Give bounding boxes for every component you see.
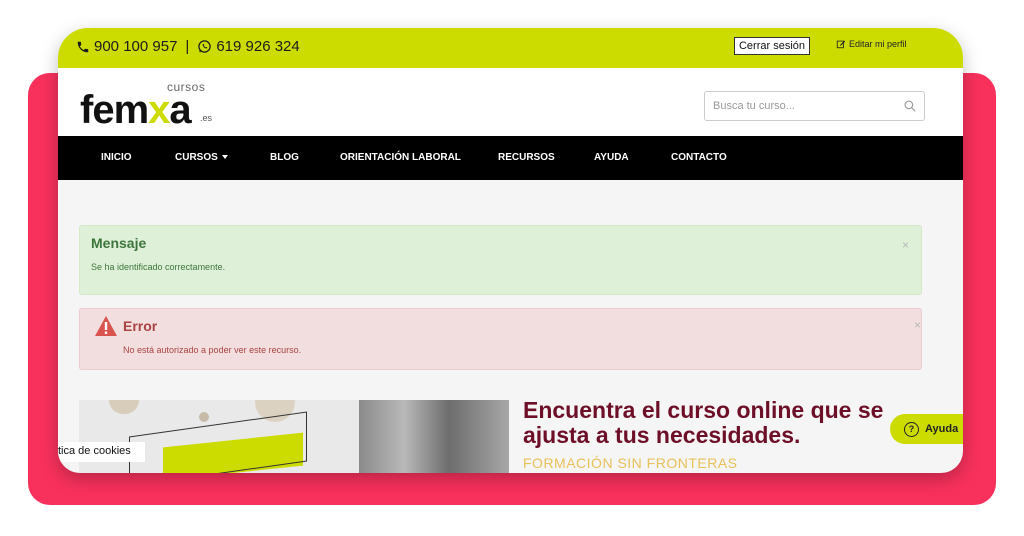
success-alert-text: Se ha identificado correctamente. bbox=[91, 262, 226, 272]
hero-title: Encuentra el curso online que se ajusta … bbox=[523, 397, 884, 448]
warning-icon bbox=[95, 316, 117, 336]
nav-item-inicio[interactable]: INICIO bbox=[101, 152, 132, 163]
nav-item-cursos-label: CURSOS bbox=[175, 152, 218, 163]
decor-shape bbox=[129, 411, 307, 473]
site-header: cursos femxa .es bbox=[58, 68, 963, 136]
hero-subtitle: FORMACIÓN SIN FRONTERAS bbox=[523, 455, 738, 471]
phone-number[interactable]: 900 100 957 bbox=[94, 38, 177, 55]
help-button[interactable]: ? Ayuda bbox=[890, 414, 963, 444]
nav-item-ayuda[interactable]: AYUDA bbox=[594, 152, 629, 163]
site-logo[interactable]: cursos femxa .es bbox=[80, 78, 220, 132]
phone-icon bbox=[77, 41, 89, 52]
success-alert: Mensaje Se ha identificado correctamente… bbox=[79, 225, 922, 295]
cookie-policy-tab[interactable]: tica de cookies bbox=[58, 442, 145, 462]
nav-item-blog[interactable]: BLOG bbox=[270, 152, 299, 163]
nav-item-contacto[interactable]: CONTACTO bbox=[671, 152, 727, 163]
hero-image bbox=[79, 400, 509, 473]
help-button-label: Ayuda bbox=[925, 423, 959, 435]
whatsapp-icon bbox=[198, 40, 212, 53]
contact-phones: 900 100 957 | 619 926 324 bbox=[76, 38, 300, 55]
error-alert-title: Error bbox=[123, 318, 158, 334]
whatsapp-number[interactable]: 619 926 324 bbox=[216, 38, 299, 55]
main-nav: INICIO CURSOS BLOG ORIENTACIÓN LABORAL R… bbox=[58, 136, 963, 180]
nav-item-recursos[interactable]: RECURSOS bbox=[498, 152, 555, 163]
screenshot-stage: 900 100 957 | 619 926 324 Cerrar sesión … bbox=[0, 0, 1024, 536]
logo-x: x bbox=[148, 88, 170, 132]
edit-profile-label: Editar mi perfil bbox=[849, 39, 907, 49]
browser-window: 900 100 957 | 619 926 324 Cerrar sesión … bbox=[58, 28, 963, 473]
search-box bbox=[704, 91, 925, 121]
logout-button[interactable]: Cerrar sesión bbox=[734, 37, 810, 55]
close-icon[interactable]: × bbox=[914, 318, 921, 332]
search-icon[interactable] bbox=[903, 99, 917, 113]
edit-icon bbox=[836, 40, 846, 49]
decor-shape bbox=[109, 400, 139, 414]
search-input[interactable] bbox=[705, 92, 885, 120]
logo-suffix: a bbox=[169, 88, 191, 132]
close-icon[interactable]: × bbox=[902, 238, 909, 252]
logo-tld: .es bbox=[200, 113, 213, 123]
success-alert-title: Mensaje bbox=[91, 235, 147, 251]
edit-profile-link[interactable]: Editar mi perfil bbox=[836, 39, 907, 49]
nav-item-cursos[interactable]: CURSOS bbox=[175, 152, 228, 163]
phone-separator: | bbox=[185, 38, 190, 55]
logo-wordmark: femxa bbox=[80, 88, 192, 133]
chevron-down-icon bbox=[221, 155, 228, 160]
error-alert-text: No está autorizado a poder ver este recu… bbox=[123, 345, 302, 355]
question-icon: ? bbox=[904, 421, 919, 437]
nav-item-orientacion-laboral[interactable]: ORIENTACIÓN LABORAL bbox=[340, 152, 461, 163]
error-alert: Error No está autorizado a poder ver est… bbox=[79, 308, 922, 370]
decor-shape bbox=[199, 412, 209, 422]
top-contact-bar: 900 100 957 | 619 926 324 Cerrar sesión … bbox=[58, 28, 963, 68]
logo-prefix: fem bbox=[80, 88, 149, 132]
decor-shape bbox=[359, 400, 509, 473]
